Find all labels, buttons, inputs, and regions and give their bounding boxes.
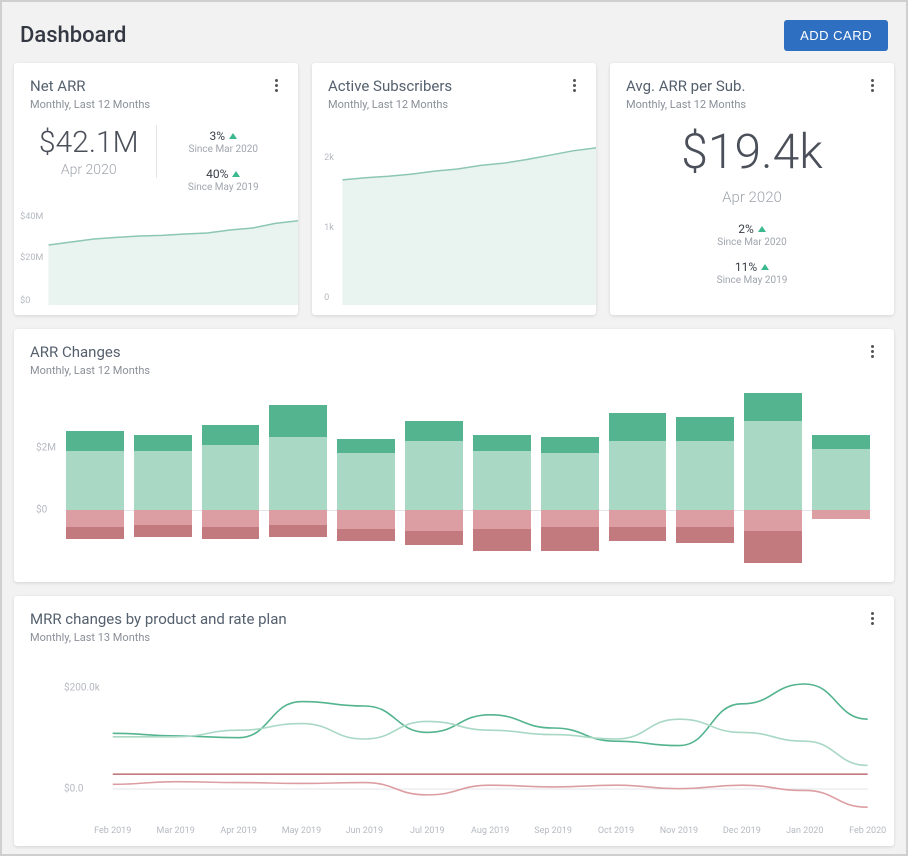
xtick: Feb 2020	[849, 826, 886, 836]
avg-arr-date: Apr 2020	[626, 188, 878, 206]
more-icon[interactable]	[862, 606, 882, 630]
xtick: Aug 2019	[471, 826, 509, 836]
net-arr-chart: $40M $20M $0	[14, 205, 298, 315]
bar-column	[269, 389, 327, 569]
ytick: $40M	[20, 211, 43, 222]
xtick: Sep 2019	[534, 826, 572, 836]
delta1-since: Since Mar 2020	[189, 144, 258, 155]
xtick: Apr 2019	[220, 826, 256, 836]
ytick: $0.0	[64, 784, 84, 795]
more-icon[interactable]	[266, 73, 286, 97]
net-arr-value: $42.1M	[30, 125, 148, 160]
card-subtitle: Monthly, Last 13 Months	[30, 631, 878, 644]
delta1-pct: 3%	[209, 129, 225, 143]
ytick: 2k	[324, 153, 334, 163]
top-row: Net ARR Monthly, Last 12 Months $42.1M A…	[14, 63, 894, 315]
delta2-pct: 40%	[206, 167, 228, 181]
xtick: Mar 2019	[157, 826, 195, 836]
bar-column	[609, 389, 667, 569]
xtick: Feb 2019	[94, 826, 131, 836]
arr-changes-chart: $2M $0	[30, 389, 878, 569]
more-icon[interactable]	[862, 339, 882, 363]
bar-column	[744, 389, 802, 569]
xtick: May 2019	[282, 826, 321, 836]
up-arrow-icon	[758, 226, 766, 232]
delta2-pct: 11%	[735, 260, 757, 274]
more-icon[interactable]	[862, 73, 882, 97]
ytick: $0	[20, 295, 30, 306]
ytick: $20M	[20, 252, 43, 263]
card-net-arr: Net ARR Monthly, Last 12 Months $42.1M A…	[14, 63, 298, 315]
xtick: Jan 2020	[786, 826, 823, 836]
add-card-button[interactable]: ADD CARD	[784, 20, 888, 51]
card-title: ARR Changes	[30, 343, 878, 361]
delta2-since: Since May 2019	[188, 182, 259, 193]
ytick: $2M	[36, 443, 56, 454]
up-arrow-icon	[232, 171, 240, 177]
card-subtitle: Monthly, Last 12 Months	[30, 364, 878, 377]
bar-column	[405, 389, 463, 569]
bar-column	[66, 389, 124, 569]
card-subtitle: Monthly, Last 12 Months	[30, 98, 282, 111]
card-mrr-changes: MRR changes by product and rate plan Mon…	[14, 596, 894, 846]
card-title: Net ARR	[30, 77, 282, 95]
delta2-since: Since May 2019	[717, 275, 788, 286]
xtick: Dec 2019	[723, 826, 761, 836]
page-title: Dashboard	[20, 23, 126, 48]
delta1-pct: 2%	[738, 222, 754, 236]
bar-column	[541, 389, 599, 569]
bar-column	[202, 389, 260, 569]
card-active-subscribers: Active Subscribers Monthly, Last 12 Mont…	[312, 63, 596, 315]
page-header: Dashboard ADD CARD	[14, 12, 894, 63]
more-icon[interactable]	[564, 73, 584, 97]
card-subtitle: Monthly, Last 12 Months	[328, 98, 580, 111]
ytick: $0	[36, 504, 47, 515]
bar-column	[134, 389, 192, 569]
active-subscribers-chart: 2k 1k 0	[312, 125, 596, 315]
xtick: Jul 2019	[410, 826, 445, 836]
up-arrow-icon	[761, 264, 769, 270]
ytick: 1k	[324, 223, 334, 233]
card-title: Active Subscribers	[328, 77, 580, 95]
net-arr-date: Apr 2020	[30, 162, 148, 178]
card-title: Avg. ARR per Sub.	[626, 77, 878, 95]
bar-column	[337, 389, 395, 569]
bar-column	[676, 389, 734, 569]
ytick: 0	[324, 293, 329, 303]
card-title: MRR changes by product and rate plan	[30, 610, 878, 628]
bar-column	[473, 389, 531, 569]
xtick: Jun 2019	[346, 826, 383, 836]
ytick: $200.0k	[64, 683, 100, 694]
mrr-changes-chart: $200.0k $0.0 Feb 2019 Mar 2019 Apr 2019 May…	[30, 656, 878, 836]
xtick: Nov 2019	[660, 826, 698, 836]
avg-arr-value: $19.4k	[626, 123, 878, 180]
xtick: Oct 2019	[598, 826, 634, 836]
bar-column	[812, 389, 870, 569]
delta1-since: Since Mar 2020	[717, 237, 786, 248]
card-avg-arr-per-sub: Avg. ARR per Sub. Monthly, Last 12 Month…	[610, 63, 894, 315]
card-subtitle: Monthly, Last 12 Months	[626, 98, 878, 111]
card-arr-changes: ARR Changes Monthly, Last 12 Months $2M …	[14, 329, 894, 582]
up-arrow-icon	[229, 133, 237, 139]
